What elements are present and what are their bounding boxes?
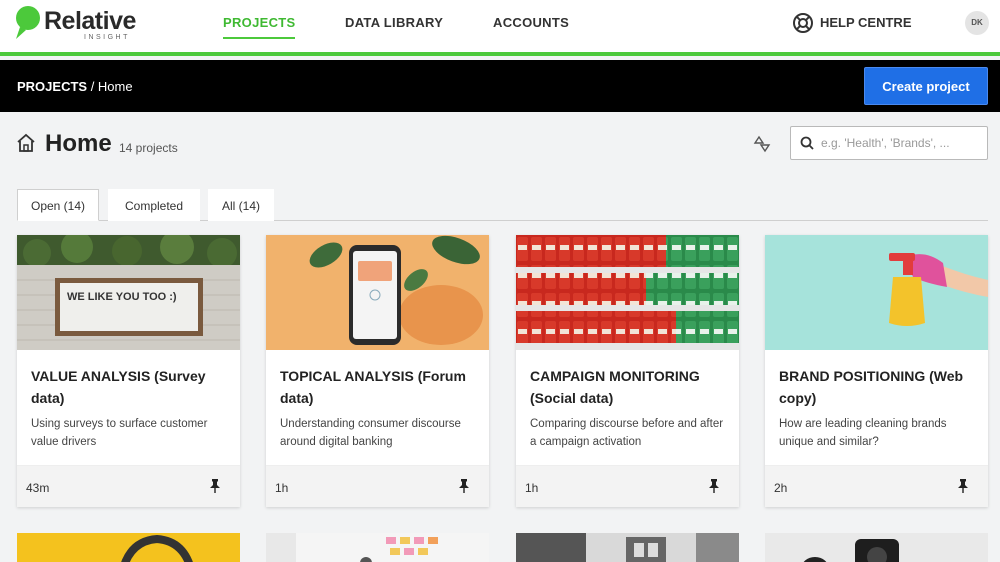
project-card[interactable] [516,533,739,562]
breadcrumb-separator: / [87,79,98,94]
card-image-supermarket-shelf [516,235,739,350]
nav-projects[interactable]: PROJECTS [223,15,296,39]
pin-icon[interactable] [956,478,970,494]
card-title: CAMPAIGN MONITORING (Social data) [530,368,700,406]
card-image-spray-bottle [765,235,988,350]
project-card[interactable] [765,533,988,562]
card-footer: 1h [266,465,489,507]
card-title: VALUE ANALYSIS (Survey data) [31,368,206,406]
project-count: 14 projects [119,141,178,155]
card-image-wall-sign: WE LIKE YOU TOO :) [17,235,240,350]
breadcrumb: PROJECTS / Home [17,79,133,94]
search-input[interactable] [821,134,981,152]
pin-icon[interactable] [208,478,222,494]
pin-icon[interactable] [707,478,721,494]
breadcrumb-bar: PROJECTS / Home Create project [0,60,1000,112]
brand-name: Relative [44,7,136,35]
nav-accounts[interactable]: ACCOUNTS [493,15,569,30]
card-description: How are leading cleaning brands unique a… [779,418,947,448]
logo-mark-icon [16,6,40,39]
project-card[interactable]: CAMPAIGN MONITORING (Social data) Compar… [516,235,739,507]
search-box[interactable] [790,126,988,160]
help-centre-label: HELP CENTRE [820,15,912,30]
card-title: BRAND POSITIONING (Web copy) [779,368,964,406]
card-time: 1h [525,481,539,495]
breadcrumb-current: Home [97,79,133,94]
lifebuoy-icon [793,13,813,33]
project-card[interactable]: WE LIKE YOU TOO :) VALUE ANALYSIS (Surve… [17,235,240,507]
sort-icon[interactable] [752,134,772,154]
tab-all[interactable]: All (14) [208,189,274,221]
tab-completed[interactable]: Completed [108,189,200,221]
card-image-phone [266,235,489,350]
project-card[interactable] [266,533,489,562]
page-title: Home [45,130,112,157]
create-project-button[interactable]: Create project [864,67,988,105]
card-time: 2h [774,481,788,495]
relative-insight-logo[interactable]: Relative INSIGHT [14,5,154,45]
search-icon [800,136,814,150]
home-icon [17,133,35,152]
card-footer: 1h [516,465,739,507]
user-avatar[interactable]: DK [965,11,989,35]
project-card[interactable]: TOPICAL ANALYSIS (Forum data) Understand… [266,235,489,507]
nav-data-library[interactable]: DATA LIBRARY [345,15,443,30]
card-description: Understanding consumer discourse around … [280,418,461,448]
card-time: 43m [26,481,50,495]
project-card[interactable] [17,533,240,562]
card-description: Comparing discourse before and after a c… [530,418,724,448]
breadcrumb-projects[interactable]: PROJECTS [17,79,87,94]
card-title: TOPICAL ANALYSIS (Forum data) [280,368,466,406]
top-nav: Relative INSIGHT PROJECTS DATA LIBRARY A… [0,0,1000,56]
card-time: 1h [275,481,289,495]
tab-open[interactable]: Open (14) [17,189,99,221]
card-footer: 43m [17,465,240,507]
project-card[interactable]: BRAND POSITIONING (Web copy) How are lea… [765,235,988,507]
card-description: Using surveys to surface customer value … [31,418,208,448]
pin-icon[interactable] [457,478,471,494]
card-footer: 2h [765,465,988,507]
card-image-caption: WE LIKE YOU TOO :) [67,291,177,303]
brand-subtitle: INSIGHT [84,34,130,41]
